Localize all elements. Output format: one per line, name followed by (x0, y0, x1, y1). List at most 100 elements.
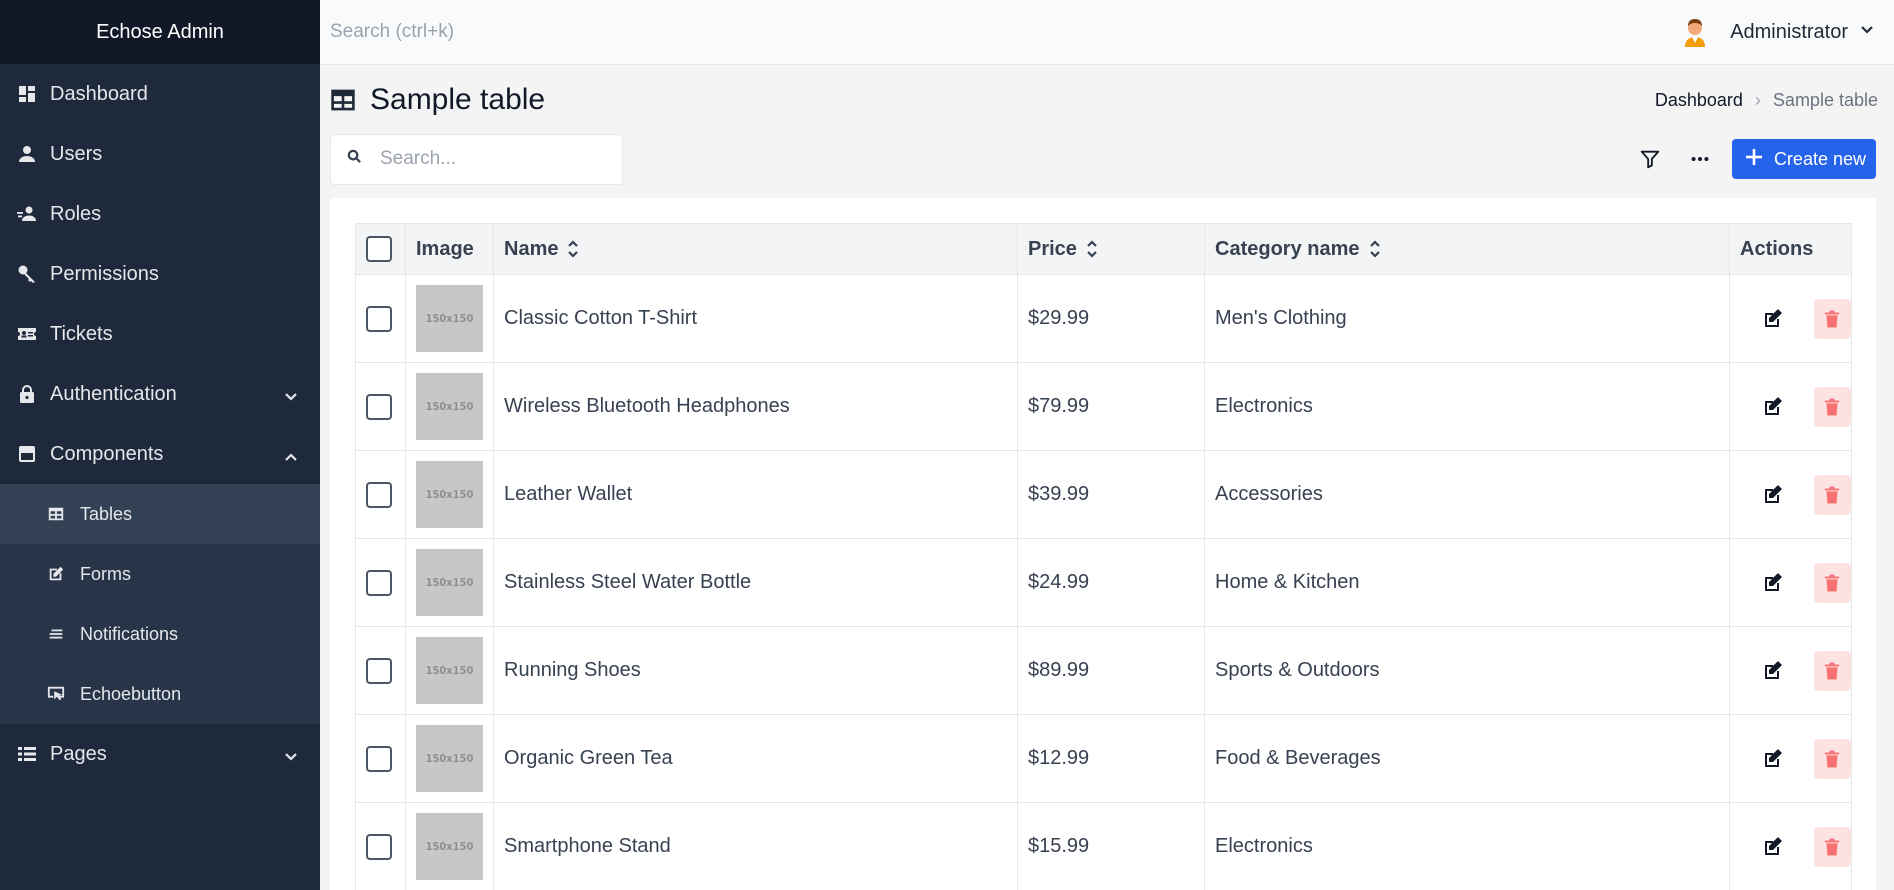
edit-button[interactable] (1754, 739, 1792, 779)
sidebar-item-components[interactable]: Components (0, 424, 320, 484)
delete-button[interactable] (1813, 386, 1851, 427)
table-search-box[interactable] (330, 133, 623, 185)
row-image-cell: 150x150 (405, 538, 494, 627)
row-select-cell (355, 802, 406, 890)
trash-icon (1825, 750, 1840, 767)
sidebar-item-pages[interactable]: Pages (0, 724, 320, 784)
row-checkbox[interactable] (366, 833, 392, 860)
filter-button[interactable] (1632, 141, 1668, 177)
edit-form-icon (46, 564, 66, 584)
lock-icon (16, 383, 38, 405)
row-price: $12.99 (1017, 714, 1205, 803)
row-actions (1740, 474, 1851, 515)
row-checkbox[interactable] (366, 481, 392, 508)
row-select-cell (355, 714, 406, 803)
sidebar-item-authentication[interactable]: Authentication (0, 364, 320, 424)
product-thumbnail: 150x150 (416, 813, 483, 880)
edit-button[interactable] (1754, 299, 1792, 339)
key-icon (16, 263, 38, 285)
sidebar-item-tickets[interactable]: Tickets (0, 304, 320, 364)
breadcrumb: Dashboard › Sample table (1655, 90, 1878, 111)
delete-button[interactable] (1813, 650, 1851, 691)
row-image-cell: 150x150 (405, 450, 494, 539)
row-checkbox[interactable] (366, 745, 392, 772)
sidebar-item-notifications[interactable]: Notifications (0, 604, 320, 664)
row-actions-cell (1729, 274, 1852, 363)
chevron-up-icon (284, 447, 298, 461)
row-image-cell: 150x150 (405, 362, 494, 451)
column-header-price[interactable]: Price (1017, 223, 1205, 275)
sidebar-item-users[interactable]: Users (0, 124, 320, 184)
row-select-cell (355, 538, 406, 627)
row-name: Wireless Bluetooth Headphones (493, 362, 1018, 451)
brand-title[interactable]: Echose Admin (0, 0, 320, 64)
row-checkbox[interactable] (366, 657, 392, 684)
sort-icon[interactable] (566, 238, 580, 260)
product-thumbnail: 150x150 (416, 725, 483, 792)
global-search-input[interactable]: Search (ctrl+k) (320, 21, 1680, 43)
row-actions-cell (1729, 362, 1852, 451)
row-image-cell: 150x150 (405, 274, 494, 363)
table-row: 150x150 Stainless Steel Water Bottle $24… (355, 538, 1852, 627)
delete-button[interactable] (1813, 738, 1851, 779)
user-name[interactable]: Administrator (1730, 21, 1848, 44)
edit-button[interactable] (1754, 563, 1792, 603)
edit-button[interactable] (1754, 475, 1792, 515)
row-image-cell: 150x150 (405, 626, 494, 715)
delete-button[interactable] (1813, 474, 1851, 515)
sidebar-item-permissions[interactable]: Permissions (0, 244, 320, 304)
row-price: $15.99 (1017, 802, 1205, 890)
sidebar-item-echoebutton[interactable]: Echoebutton (0, 664, 320, 724)
chevron-down-icon[interactable] (1860, 23, 1874, 42)
breadcrumb-link-dashboard[interactable]: Dashboard (1655, 90, 1743, 111)
roles-icon (16, 203, 38, 225)
sort-icon[interactable] (1368, 238, 1382, 260)
product-thumbnail: 150x150 (416, 637, 483, 704)
column-header-image: Image (405, 223, 494, 275)
row-actions (1740, 386, 1851, 427)
row-checkbox[interactable] (366, 393, 392, 420)
more-options-button[interactable] (1682, 141, 1718, 177)
table-row: 150x150 Smartphone Stand $15.99 Electron… (355, 802, 1852, 890)
components-icon (16, 443, 38, 465)
sidebar-item-dashboard[interactable]: Dashboard (0, 64, 320, 124)
row-select-cell (355, 450, 406, 539)
row-actions (1740, 562, 1851, 603)
column-header-label: Category name (1215, 237, 1360, 260)
sort-icon[interactable] (1085, 238, 1099, 260)
delete-button[interactable] (1813, 826, 1851, 867)
row-image-cell: 150x150 (405, 802, 494, 890)
column-header-category[interactable]: Category name (1204, 223, 1730, 275)
sidebar-item-forms[interactable]: Forms (0, 544, 320, 604)
delete-button[interactable] (1813, 562, 1851, 603)
edit-icon (1764, 308, 1782, 327)
edit-button[interactable] (1754, 387, 1792, 427)
row-select-cell (355, 362, 406, 451)
user-menu[interactable]: Administrator (1680, 17, 1874, 47)
delete-button[interactable] (1813, 298, 1851, 339)
row-category: Accessories (1204, 450, 1730, 539)
row-price: $89.99 (1017, 626, 1205, 715)
ticket-icon (16, 323, 38, 345)
trash-icon (1825, 486, 1840, 503)
table-row: 150x150 Classic Cotton T-Shirt $29.99 Me… (355, 274, 1852, 363)
table-toolbar: Create new (330, 133, 1876, 185)
table-wrapper: Image Name Price Category name Actions 1… (355, 223, 1852, 890)
row-checkbox[interactable] (366, 569, 392, 596)
monitor-pointer-icon (46, 684, 66, 704)
avatar[interactable] (1680, 17, 1710, 47)
select-all-checkbox[interactable] (366, 236, 392, 262)
sidebar-item-roles[interactable]: Roles (0, 184, 320, 244)
table-search-input[interactable] (380, 148, 600, 170)
row-price: $29.99 (1017, 274, 1205, 363)
topbar: Search (ctrl+k) Administrator (320, 0, 1894, 65)
row-actions (1740, 650, 1851, 691)
column-header-name[interactable]: Name (493, 223, 1018, 275)
row-checkbox[interactable] (366, 305, 392, 332)
create-new-button[interactable]: Create new (1731, 139, 1876, 179)
edit-button[interactable] (1754, 651, 1792, 691)
edit-button[interactable] (1754, 827, 1792, 867)
search-icon (347, 149, 362, 169)
row-name: Running Shoes (493, 626, 1018, 715)
sidebar-item-tables[interactable]: Tables (0, 484, 320, 544)
